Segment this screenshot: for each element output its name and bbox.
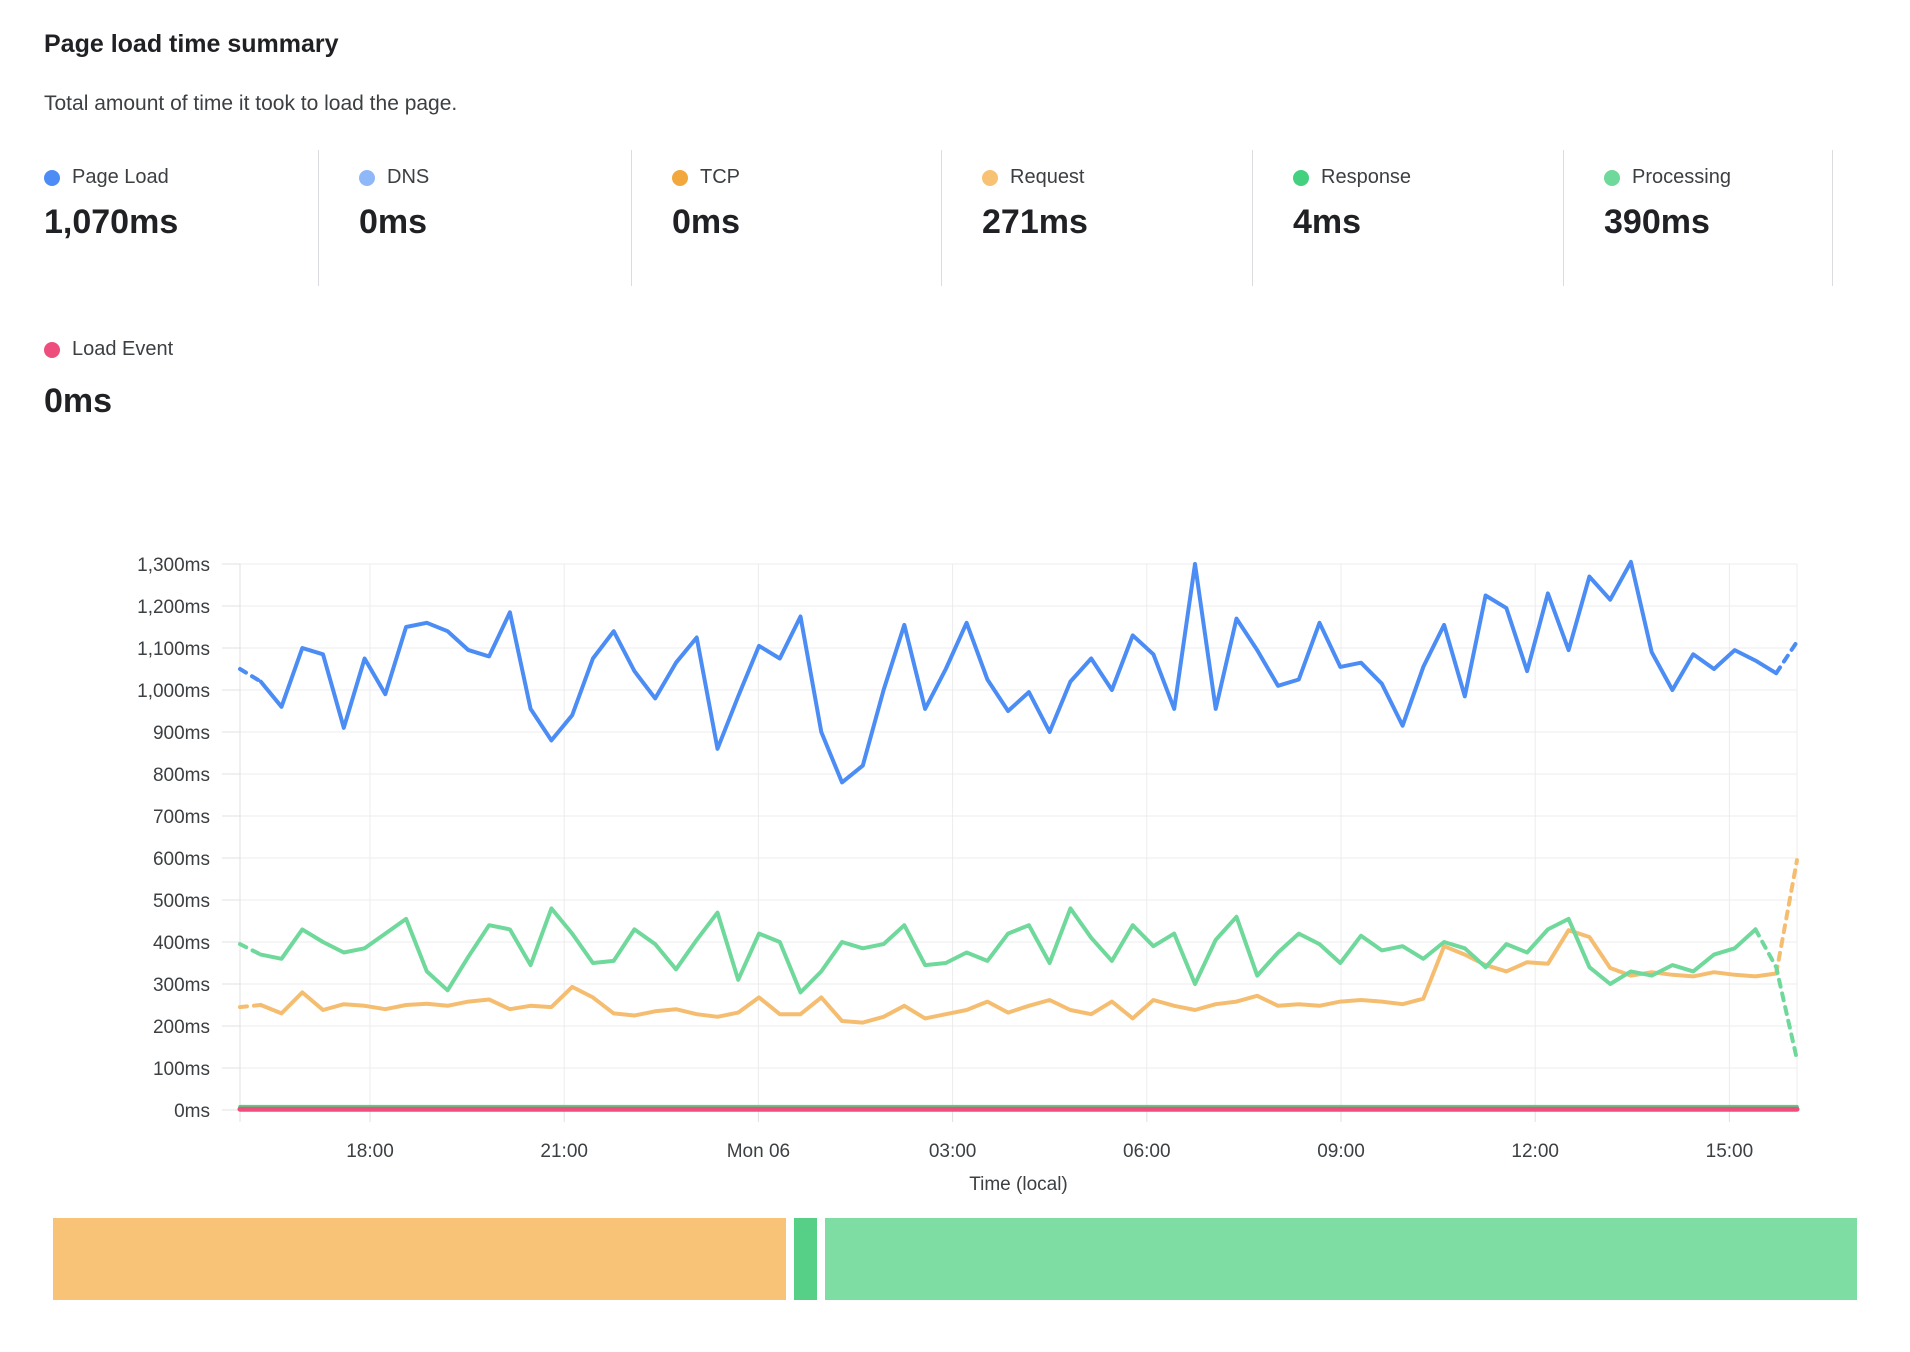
legend-item-load-event[interactable]: Load Event bbox=[44, 338, 173, 361]
plot-area[interactable] bbox=[240, 540, 1797, 1112]
request-dot-icon bbox=[982, 170, 998, 186]
legend-item-tcp[interactable]: TCP 0ms bbox=[632, 150, 942, 286]
y-tick-label: 600ms bbox=[153, 849, 210, 870]
legend-value: 0ms bbox=[359, 203, 631, 242]
x-tick-label: 03:00 bbox=[929, 1141, 977, 1162]
response-dot-icon bbox=[1293, 170, 1309, 186]
processing-portion[interactable] bbox=[825, 1218, 1857, 1300]
x-tick-label: 15:00 bbox=[1706, 1141, 1754, 1162]
x-tick-label: 06:00 bbox=[1123, 1141, 1171, 1162]
processing-dot-icon bbox=[1604, 170, 1620, 186]
legend-value: 390ms bbox=[1604, 203, 1832, 242]
legend-item-response[interactable]: Response 4ms bbox=[1253, 150, 1564, 286]
legend-label: TCP bbox=[700, 166, 740, 189]
y-tick-label: 800ms bbox=[153, 765, 210, 786]
legend-label: DNS bbox=[387, 166, 429, 189]
bar-gap bbox=[817, 1218, 825, 1300]
y-tick-label: 1,100ms bbox=[137, 639, 210, 660]
legend-item-page-load[interactable]: Page Load 1,070ms bbox=[44, 150, 319, 286]
legend-label: Request bbox=[1010, 166, 1085, 189]
request-portion[interactable] bbox=[53, 1218, 786, 1300]
x-tick-label: 21:00 bbox=[540, 1141, 588, 1162]
y-tick-label: 400ms bbox=[153, 933, 210, 954]
x-tick-label: Mon 06 bbox=[727, 1141, 790, 1162]
legend-label: Load Event bbox=[72, 338, 173, 361]
x-tick-label: 18:00 bbox=[346, 1141, 394, 1162]
load-event-dot-icon bbox=[44, 342, 60, 358]
y-tick-label: 1,300ms bbox=[137, 555, 210, 576]
page-load-summary-panel: Page load time summary Total amount of t… bbox=[0, 0, 1910, 1352]
divider-sliver[interactable] bbox=[794, 1218, 817, 1300]
legend-item-dns[interactable]: DNS 0ms bbox=[319, 150, 632, 286]
bar-gap bbox=[786, 1218, 794, 1300]
x-tick-label: 09:00 bbox=[1317, 1141, 1365, 1162]
legend-value: 1,070ms bbox=[44, 203, 318, 242]
page-load-dot-icon bbox=[44, 170, 60, 186]
x-tick-label: 12:00 bbox=[1511, 1141, 1559, 1162]
legend-item-request[interactable]: Request 271ms bbox=[942, 150, 1253, 286]
dns-dot-icon bbox=[359, 170, 375, 186]
y-tick-label: 500ms bbox=[153, 891, 210, 912]
legend-label: Processing bbox=[1632, 166, 1731, 189]
legend-label: Response bbox=[1321, 166, 1411, 189]
legend-value: 271ms bbox=[982, 203, 1252, 242]
y-tick-label: 100ms bbox=[153, 1059, 210, 1080]
legend-value: 0ms bbox=[672, 203, 941, 242]
legend-item-processing[interactable]: Processing 390ms bbox=[1564, 150, 1833, 286]
y-tick-label: 200ms bbox=[153, 1017, 210, 1038]
y-tick-label: 0ms bbox=[174, 1101, 210, 1122]
y-tick-label: 1,200ms bbox=[137, 597, 210, 618]
y-tick-label: 900ms bbox=[153, 723, 210, 744]
tcp-dot-icon bbox=[672, 170, 688, 186]
legend-value: 4ms bbox=[1293, 203, 1563, 242]
timeline-bar bbox=[53, 1218, 1857, 1300]
load-event-value: 0ms bbox=[44, 382, 112, 421]
metrics-legend: Page Load 1,070ms DNS 0ms TCP 0ms Reques… bbox=[44, 150, 1833, 286]
x-axis-label: Time (local) bbox=[969, 1174, 1068, 1195]
y-tick-label: 1,000ms bbox=[137, 681, 210, 702]
page-subtitle: Total amount of time it took to load the… bbox=[44, 92, 457, 116]
legend-label: Page Load bbox=[72, 166, 169, 189]
page-title: Page load time summary bbox=[44, 30, 339, 59]
y-tick-label: 700ms bbox=[153, 807, 210, 828]
y-tick-label: 300ms bbox=[153, 975, 210, 996]
